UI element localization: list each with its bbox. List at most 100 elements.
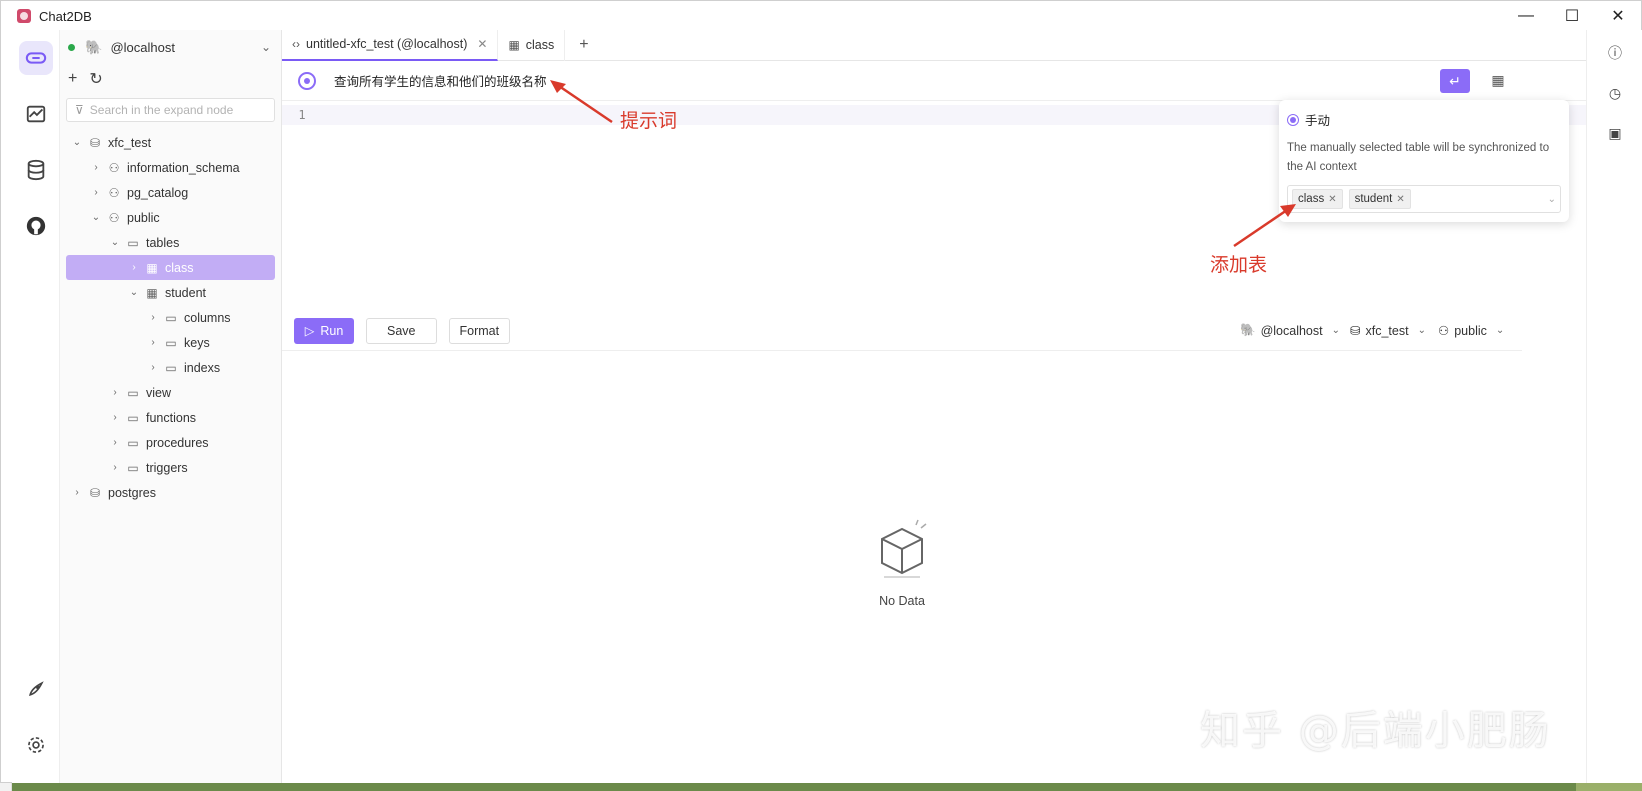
- tree-search-input[interactable]: ⊽ Search in the expand node: [66, 98, 275, 122]
- filter-icon: ⊽: [75, 103, 84, 117]
- table-icon: ▦: [146, 260, 158, 275]
- database-nav[interactable]: [12, 142, 60, 198]
- database-context-select[interactable]: ⛁ xfc_test ⌄: [1350, 323, 1426, 339]
- postgres-icon: 🐘: [85, 38, 103, 55]
- table-select-icon[interactable]: ▦: [1486, 68, 1510, 92]
- connections-nav[interactable]: [12, 30, 60, 86]
- tree-node-postgres[interactable]: › ⛁ postgres: [60, 480, 281, 505]
- format-button[interactable]: Format: [448, 317, 511, 344]
- chevron-down-icon: ⌄: [1495, 325, 1505, 336]
- github-icon: [19, 209, 53, 243]
- database-icon: ⛁: [89, 485, 101, 500]
- tab-class-table[interactable]: ▦ class: [498, 29, 566, 61]
- close-icon[interactable]: ✕: [477, 37, 487, 51]
- chevron-right-icon[interactable]: ›: [108, 462, 122, 473]
- database-icon: ⛁: [1350, 324, 1361, 338]
- tree-node-triggers[interactable]: › ▭ triggers: [60, 455, 281, 480]
- close-window-button[interactable]: ✕: [1595, 1, 1641, 31]
- ai-prompt-bar[interactable]: 查询所有学生的信息和他们的班级名称 ↵ ▦: [282, 61, 1586, 101]
- tree-node-label: public: [127, 210, 160, 225]
- prompt-input[interactable]: 查询所有学生的信息和他们的班级名称: [334, 71, 547, 90]
- remove-tag-icon[interactable]: ✕: [1328, 194, 1336, 205]
- chevron-right-icon[interactable]: ›: [108, 387, 122, 398]
- chart-icon: [19, 97, 53, 131]
- chevron-right-icon[interactable]: ›: [89, 187, 103, 198]
- annotation-arrow-prompt: [550, 80, 613, 124]
- tag-label: student: [1354, 193, 1393, 205]
- table-icon: ▦: [508, 38, 520, 52]
- run-button[interactable]: ▷ Run: [294, 317, 354, 344]
- connection-context-select[interactable]: 🐘 @localhost ⌄: [1240, 323, 1340, 338]
- code-icon: ‹›: [292, 37, 300, 51]
- folder-icon: ▭: [165, 360, 177, 375]
- tree-node-tables[interactable]: ⌄ ▭ tables: [60, 230, 281, 255]
- connection-name: @localhost: [110, 39, 175, 55]
- chevron-down-icon: ⌄: [1331, 325, 1340, 336]
- tree-node-class[interactable]: › ▦ class: [66, 255, 275, 280]
- chevron-right-icon[interactable]: ›: [146, 337, 160, 348]
- tree-node-functions[interactable]: › ▭ functions: [60, 405, 281, 430]
- schema-context-select[interactable]: ⚇ public ⌄: [1438, 323, 1505, 339]
- activity-bar: [12, 30, 60, 783]
- chevron-right-icon[interactable]: ›: [89, 162, 103, 173]
- github-nav[interactable]: [12, 198, 60, 254]
- empty-box-icon: [872, 517, 932, 584]
- tree-node-keys[interactable]: › ▭ keys: [60, 330, 281, 355]
- manual-mode-radio[interactable]: 手动: [1287, 110, 1561, 129]
- schema-icon: ⚇: [108, 185, 120, 200]
- chevron-down-icon[interactable]: ⌄: [108, 237, 122, 248]
- tree-node-information-schema[interactable]: › ⚇ information_schema: [60, 155, 281, 180]
- gear-icon: [19, 728, 53, 762]
- dashboard-nav[interactable]: [12, 86, 60, 142]
- chevron-down-icon[interactable]: ⌄: [127, 287, 141, 298]
- chevron-right-icon[interactable]: ›: [146, 312, 160, 323]
- tree-node-indexs[interactable]: › ▭ indexs: [60, 355, 281, 380]
- save-button[interactable]: Save: [366, 317, 437, 344]
- tree-node-view[interactable]: › ▭ view: [60, 380, 281, 405]
- chevron-right-icon[interactable]: ›: [146, 362, 160, 373]
- tree-node-public[interactable]: ⌄ ⚇ public: [60, 205, 281, 230]
- tree-node-label: functions: [146, 410, 197, 425]
- table-icon: ▦: [146, 285, 158, 300]
- submit-prompt-button[interactable]: ↵: [1440, 69, 1470, 93]
- empty-state-text: No Data: [879, 593, 925, 608]
- chevron-right-icon[interactable]: ›: [70, 487, 84, 498]
- query-toolbar: ▷ Run Save Format 🐘 @localhost ⌄ ⛁ xfc_t…: [282, 311, 1522, 351]
- launch-nav[interactable]: [12, 661, 60, 717]
- chevron-down-icon[interactable]: ⌄: [1548, 194, 1556, 205]
- chevron-right-icon[interactable]: ›: [108, 437, 122, 448]
- schema-icon: ⚇: [108, 210, 120, 225]
- terminal-icon[interactable]: ▣: [1587, 116, 1642, 150]
- table-multi-select[interactable]: class ✕ student ✕ ⌄: [1287, 185, 1561, 213]
- chevron-down-icon[interactable]: ⌄: [89, 212, 103, 223]
- tree-node-label: student: [165, 285, 207, 300]
- connection-selector[interactable]: 🐘 @localhost ⌄: [60, 30, 281, 64]
- context-database: xfc_test: [1365, 323, 1409, 338]
- tree-node-columns[interactable]: › ▭ columns: [60, 305, 281, 330]
- refresh-icon[interactable]: ↻: [89, 69, 102, 89]
- tree-node-xfc-test[interactable]: ⌄ ⛁ xfc_test: [60, 130, 281, 155]
- tree-node-procedures[interactable]: › ▭ procedures: [60, 430, 281, 455]
- tree-node-pg-catalog[interactable]: › ⚇ pg_catalog: [60, 180, 281, 205]
- info-icon[interactable]: ⓘ: [1587, 36, 1642, 70]
- settings-nav[interactable]: [12, 717, 60, 773]
- maximize-button[interactable]: ☐: [1549, 1, 1595, 31]
- chevron-right-icon[interactable]: ›: [108, 412, 122, 423]
- tab-untitled-query[interactable]: ‹› untitled-xfc_test (@localhost) ✕: [282, 29, 499, 61]
- tree-node-label: keys: [184, 335, 210, 350]
- chevron-down-icon[interactable]: ⌄: [70, 137, 84, 148]
- tab-label: class: [525, 38, 555, 52]
- chevron-right-icon[interactable]: ›: [127, 262, 141, 273]
- history-icon[interactable]: ◷: [1587, 76, 1642, 110]
- add-icon[interactable]: +: [68, 70, 77, 88]
- minimize-button[interactable]: —: [1503, 1, 1549, 31]
- schema-icon: ⚇: [1438, 324, 1450, 338]
- postgres-icon: 🐘: [1240, 323, 1256, 337]
- tree-node-student[interactable]: ⌄ ▦ student: [60, 280, 281, 305]
- annotation-arrow-table: [1233, 204, 1296, 248]
- remove-tag-icon[interactable]: ✕: [1396, 194, 1404, 205]
- add-tab-icon[interactable]: +: [565, 36, 602, 54]
- annotation-prompt-label: 提示词: [620, 110, 678, 132]
- selected-table-tag: student ✕: [1348, 189, 1411, 209]
- database-icon: ⛁: [89, 135, 101, 150]
